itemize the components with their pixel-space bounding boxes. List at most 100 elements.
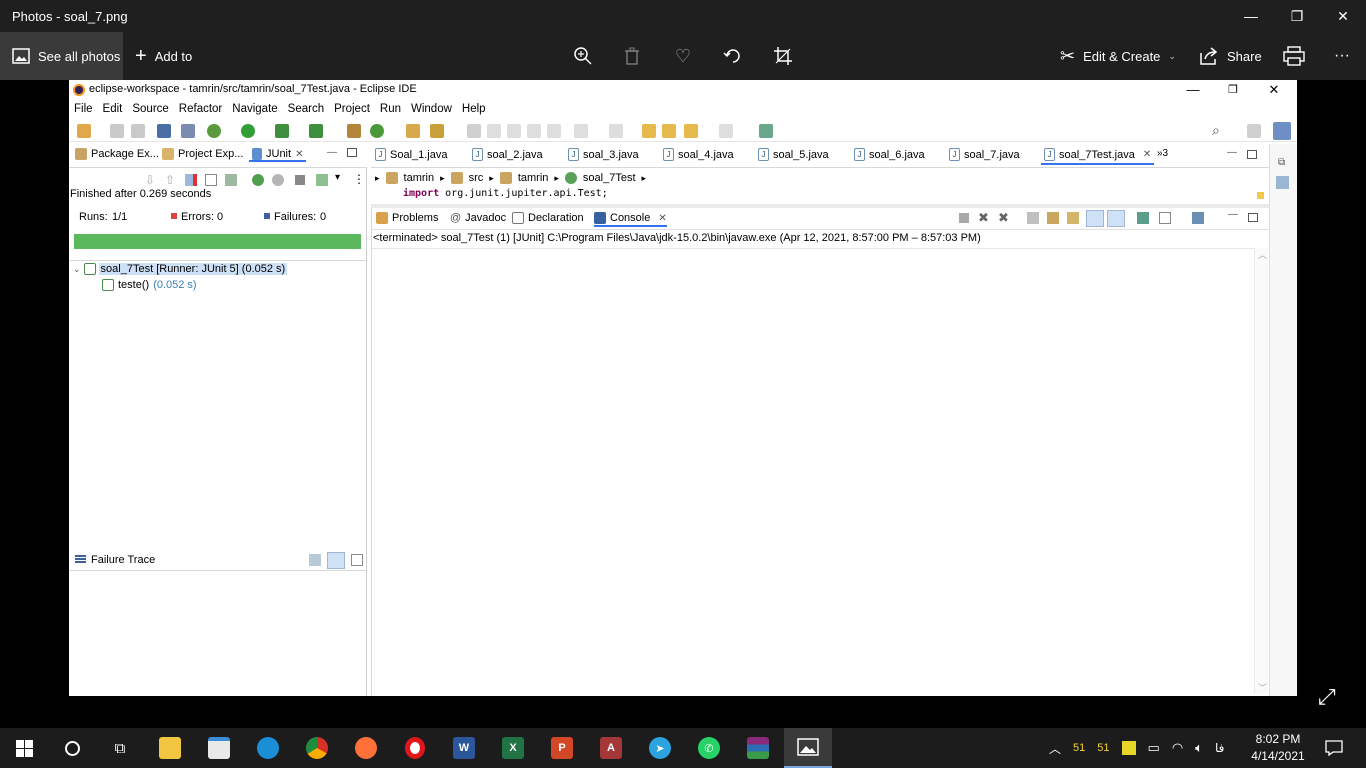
- tab-soal-6[interactable]: Jsoal_6.java: [854, 148, 925, 161]
- crop-icon[interactable]: [771, 44, 795, 68]
- tab-soal-1[interactable]: J Soal_1.java: [375, 148, 448, 161]
- prev-annotation-icon[interactable]: [609, 124, 623, 138]
- chevron-down-icon[interactable]: ⌄: [73, 264, 81, 275]
- heart-icon[interactable]: ♡: [671, 44, 695, 68]
- volume-icon[interactable]: 🔈︎: [1195, 740, 1203, 756]
- tray-counter-a[interactable]: 51: [1073, 742, 1085, 754]
- show-hidden-icon[interactable]: ︿: [1049, 740, 1061, 757]
- wifi-icon[interactable]: ◠: [1172, 740, 1183, 756]
- breadcrumb-project[interactable]: tamrin: [404, 172, 435, 184]
- word-icon[interactable]: W: [444, 732, 484, 764]
- search-tool-icon[interactable]: [430, 124, 444, 138]
- start-button[interactable]: [4, 732, 44, 764]
- add-to-button[interactable]: + Add to: [135, 32, 192, 80]
- chevron-down-icon[interactable]: ▾: [335, 172, 340, 183]
- menu-navigate[interactable]: Navigate: [227, 100, 282, 119]
- rerun-failed-icon[interactable]: [272, 174, 284, 186]
- tab-problems[interactable]: Problems: [376, 212, 438, 224]
- rotate-icon[interactable]: [721, 44, 745, 68]
- open-perspective-icon[interactable]: [1247, 124, 1261, 138]
- file-explorer-icon[interactable]: [150, 732, 190, 764]
- tab-project-explorer[interactable]: Project Exp...: [162, 148, 243, 160]
- minimize-button[interactable]: —: [1228, 0, 1274, 32]
- show-on-output-icon[interactable]: [1086, 210, 1104, 227]
- filter-stack-icon[interactable]: [327, 552, 345, 569]
- new-java-project-icon[interactable]: [347, 124, 361, 138]
- maximize-console-icon[interactable]: [1248, 213, 1258, 222]
- java-perspective-icon[interactable]: [1273, 122, 1291, 140]
- powerpoint-icon[interactable]: P: [542, 732, 582, 764]
- terminate-icon[interactable]: [959, 213, 969, 223]
- maximize-editor-icon[interactable]: [1247, 150, 1257, 159]
- forward-icon[interactable]: [719, 124, 733, 138]
- chrome-icon[interactable]: [297, 732, 337, 764]
- edge-icon[interactable]: [248, 732, 288, 764]
- clear-console-icon[interactable]: [1027, 212, 1039, 224]
- next-annotation-icon[interactable]: [574, 124, 588, 138]
- run-icon[interactable]: [241, 124, 255, 138]
- stop-icon[interactable]: [295, 175, 305, 185]
- print-icon[interactable]: [1282, 44, 1306, 68]
- menu-help[interactable]: Help: [457, 100, 491, 119]
- menu-run[interactable]: Run: [375, 100, 406, 119]
- task-view-icon[interactable]: ⧉: [100, 732, 140, 764]
- history-icon[interactable]: [316, 174, 328, 186]
- edit-create-button[interactable]: ✂ Edit & Create ⌄: [1060, 32, 1176, 80]
- zoom-icon[interactable]: [571, 44, 595, 68]
- skipped-icon[interactable]: [205, 174, 217, 186]
- pin-console-icon[interactable]: [1137, 212, 1149, 224]
- code-line[interactable]: import org.junit.jupiter.api.Test;: [403, 188, 608, 199]
- tab-declaration[interactable]: Declaration: [512, 212, 584, 224]
- tab-soal-5[interactable]: Jsoal_5.java: [758, 148, 829, 161]
- scroll-lock-icon[interactable]: [1047, 212, 1059, 224]
- search-button[interactable]: [52, 732, 92, 764]
- photos-taskbar-icon[interactable]: [784, 728, 832, 768]
- minimize-console-icon[interactable]: —: [1228, 209, 1238, 220]
- back-icon[interactable]: [684, 124, 698, 138]
- remove-launch-icon[interactable]: ✖: [978, 210, 989, 226]
- tab-soal-7[interactable]: Jsoal_7.java: [949, 148, 1020, 161]
- display-console-icon[interactable]: [1159, 212, 1171, 224]
- tab-soal-3[interactable]: Jsoal_3.java: [568, 148, 639, 161]
- console-scrollbar[interactable]: ︿ ﹀: [1254, 248, 1268, 694]
- whatsapp-icon[interactable]: ✆: [689, 732, 729, 764]
- access-icon[interactable]: A: [591, 732, 631, 764]
- delete-icon[interactable]: [620, 44, 644, 68]
- restore-button[interactable]: ❐: [1274, 0, 1320, 32]
- more-options-button[interactable]: ···: [1330, 44, 1354, 68]
- last-edit-icon[interactable]: [642, 124, 656, 138]
- open-console-icon[interactable]: [1192, 212, 1204, 224]
- notes-icon[interactable]: [1121, 741, 1136, 755]
- breadcrumb-src[interactable]: src: [469, 172, 484, 184]
- coverage-icon[interactable]: [275, 124, 289, 138]
- pin-editor-icon[interactable]: [759, 124, 773, 138]
- new-icon[interactable]: [77, 124, 91, 138]
- menu-window[interactable]: Window: [406, 100, 457, 119]
- rerun-icon[interactable]: [252, 174, 264, 186]
- save-all-icon[interactable]: [131, 124, 145, 138]
- clock[interactable]: 8:02 PM 4/14/2021: [1246, 731, 1310, 765]
- mark-occurrences-icon[interactable]: [487, 124, 501, 138]
- skip-breakpoints-icon[interactable]: [181, 124, 195, 138]
- scroll-lock-icon[interactable]: [225, 174, 237, 186]
- block-selection-icon[interactable]: [507, 124, 521, 138]
- menu-source[interactable]: Source: [127, 100, 173, 119]
- show-on-error-icon[interactable]: [1107, 210, 1125, 227]
- minimize-editor-icon[interactable]: —: [1227, 147, 1237, 158]
- word-wrap-icon[interactable]: [1067, 212, 1079, 224]
- telegram-icon[interactable]: ➤: [640, 732, 680, 764]
- compare-icon[interactable]: [309, 554, 321, 566]
- minimize-view-icon[interactable]: —: [327, 147, 337, 158]
- console-output[interactable]: <terminated> soal_7Test (1) [JUnit] C:\P…: [373, 232, 981, 244]
- scroll-up-icon[interactable]: ︿: [1258, 248, 1267, 261]
- firefox-icon[interactable]: [346, 732, 386, 764]
- save-icon[interactable]: [110, 124, 124, 138]
- tab-console[interactable]: Console ✕: [594, 212, 667, 227]
- eclipse-close-icon[interactable]: ✕: [1254, 80, 1294, 100]
- breadcrumb-package[interactable]: tamrin: [518, 172, 549, 184]
- eclipse-minimize-icon[interactable]: —: [1173, 80, 1213, 100]
- fullscreen-icon[interactable]: ⤢: [1318, 684, 1336, 710]
- close-button[interactable]: ✕: [1320, 0, 1366, 32]
- search-icon[interactable]: ⌕: [1212, 122, 1226, 138]
- opera-icon[interactable]: [395, 732, 435, 764]
